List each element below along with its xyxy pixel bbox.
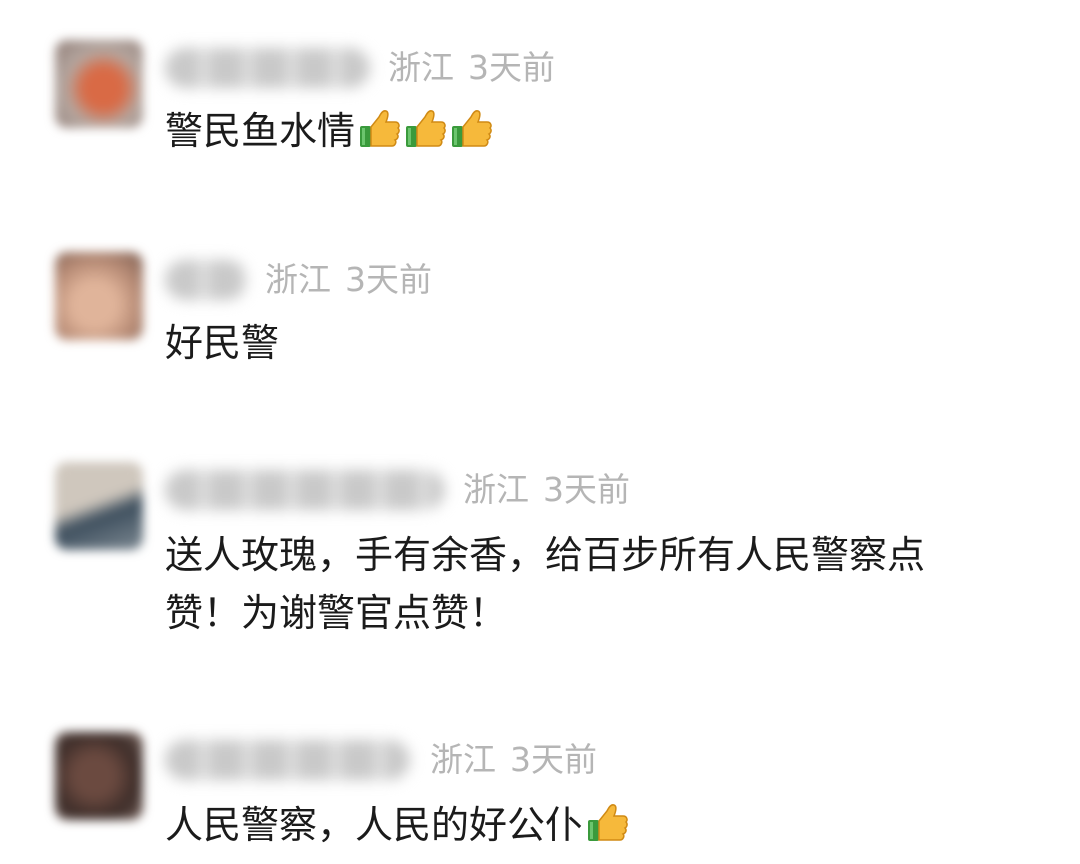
username-blurred[interactable]: [165, 740, 410, 780]
location-label: 浙江: [430, 740, 496, 779]
time-label: 3天前: [510, 740, 597, 779]
comment-body: 人民警察，人民的好公仆: [165, 803, 584, 847]
thumbs-up-icon: [585, 800, 629, 844]
comment-meta: 浙江 3天前: [430, 740, 597, 780]
comment-text: 人民警察，人民的好公仆: [165, 796, 629, 854]
comment-item: 浙江 3天前 人民警察，人民的好公仆: [0, 0, 1080, 864]
avatar[interactable]: [55, 732, 143, 820]
